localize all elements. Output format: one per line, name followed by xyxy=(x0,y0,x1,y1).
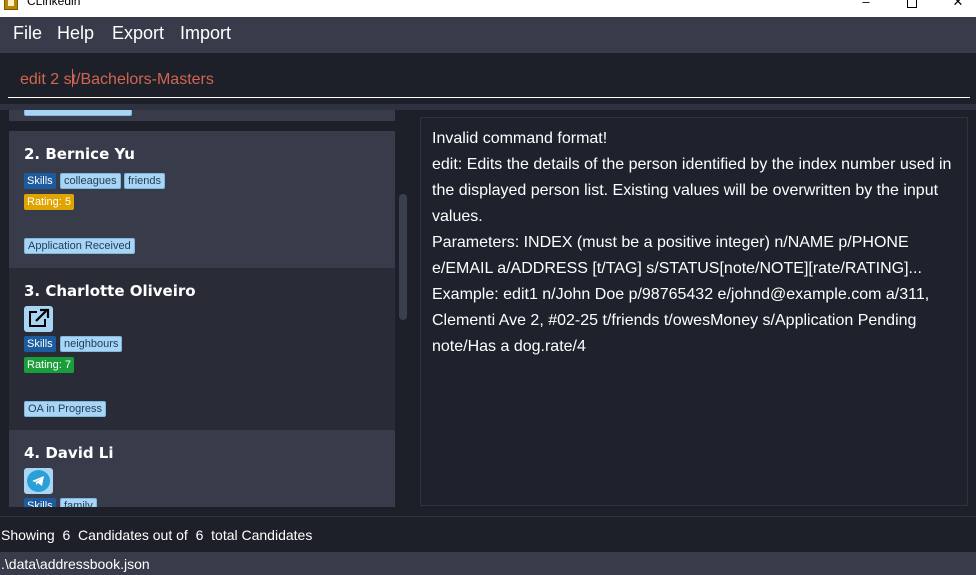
command-text-before-caret: edit 2 s xyxy=(20,71,72,88)
menu-help[interactable]: Help xyxy=(57,23,94,44)
person-card[interactable] xyxy=(9,110,395,121)
status-chip xyxy=(24,110,132,116)
person-name: 3. Charlotte Oliveiro xyxy=(24,282,196,300)
person-card[interactable]: 2. Bernice Yu Skills colleagues friends … xyxy=(9,131,395,268)
save-file-path: .\data\addressbook.json xyxy=(1,556,150,572)
person-list[interactable]: 2. Bernice Yu Skills colleagues friends … xyxy=(9,110,395,507)
command-box-container: edit 2 st/Bachelors-Masters xyxy=(0,53,976,105)
person-card[interactable]: 4. David Li Skills family xyxy=(9,430,395,507)
rating-chip: Rating: 5 xyxy=(24,194,75,210)
external-link-icon[interactable] xyxy=(24,306,53,332)
minimize-button[interactable]: – xyxy=(843,0,889,12)
tag-chip: family xyxy=(60,498,97,507)
list-scrollbar-thumb[interactable] xyxy=(399,194,407,320)
maximize-icon xyxy=(907,0,917,8)
maximize-button[interactable] xyxy=(889,0,935,12)
skills-chip: Skills xyxy=(24,173,56,189)
skills-chip: Skills xyxy=(24,336,56,352)
person-name: 2. Bernice Yu xyxy=(24,145,135,163)
telegram-icon xyxy=(27,470,50,492)
window-title: CLinkedin xyxy=(27,0,81,8)
tag-chip: friends xyxy=(124,173,166,189)
status-chip: Application Received xyxy=(24,238,135,254)
app-icon xyxy=(4,0,18,10)
person-list-panel: 2. Bernice Yu Skills colleagues friends … xyxy=(0,110,412,516)
command-text: edit 2 st/Bachelors-Masters xyxy=(20,69,214,89)
menu-file[interactable]: File xyxy=(13,23,42,44)
person-card[interactable]: 3. Charlotte Oliveiro Skills neighbours … xyxy=(9,268,395,430)
command-input[interactable]: edit 2 st/Bachelors-Masters xyxy=(8,59,970,98)
result-message: Invalid command format! edit: Edits the … xyxy=(432,130,952,355)
status-chip: OA in Progress xyxy=(24,401,106,417)
person-name: 4. David Li xyxy=(24,444,114,462)
file-status-bar: .\data\addressbook.json xyxy=(0,552,976,575)
menu-import[interactable]: Import xyxy=(180,23,231,44)
close-button[interactable]: ✕ xyxy=(935,0,976,12)
menu-export[interactable]: Export xyxy=(112,23,164,44)
command-text-after-caret: t/Bachelors-Masters xyxy=(71,71,214,88)
skills-chip: Skills xyxy=(24,498,56,507)
rating-chip: Rating: 7 xyxy=(24,357,75,373)
tag-chip: colleagues xyxy=(60,173,121,189)
title-bar: CLinkedin – ✕ xyxy=(0,0,976,17)
tag-chip: neighbours xyxy=(60,336,123,352)
menu-bar: File Help Export Import xyxy=(0,17,976,53)
telegram-button[interactable] xyxy=(24,468,53,494)
list-status-bar: Showing 6 Candidates out of 6 total Cand… xyxy=(0,516,976,552)
result-display: Invalid command format! edit: Edits the … xyxy=(420,117,968,506)
candidates-count: Showing 6 Candidates out of 6 total Cand… xyxy=(1,527,313,543)
